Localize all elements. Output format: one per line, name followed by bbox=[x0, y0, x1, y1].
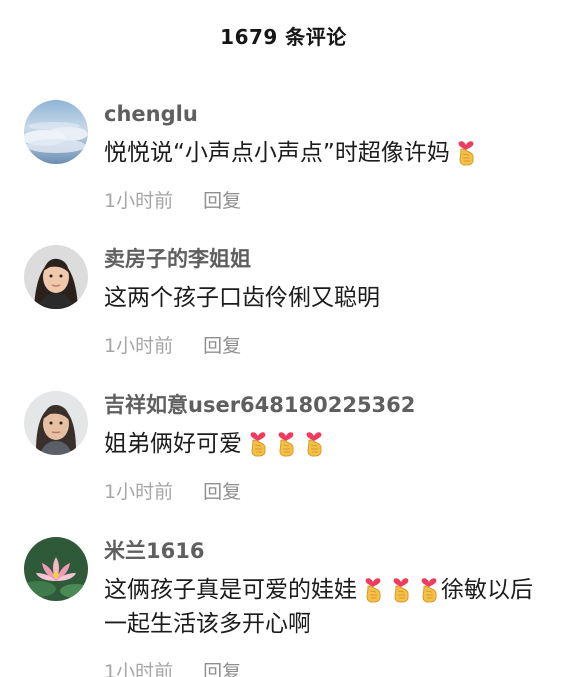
comment-time: 1小时前 bbox=[104, 190, 174, 212]
comment-time: 1小时前 bbox=[104, 481, 174, 503]
comment-count-title: 1679 条评论 bbox=[220, 24, 347, 49]
comment-body: chenglu 悦悦说“小声点小声点”时超像许妈 1小时前 回复 bbox=[104, 100, 549, 214]
comment-body: 米兰1616 这俩孩子真是可爱的娃娃 徐敏以后一起生活该多开心啊 1小时前 回复 bbox=[104, 537, 549, 677]
comment-text: 这俩孩子真是可爱的娃娃 徐敏以后一起生活该多开心啊 bbox=[104, 573, 549, 641]
comment-username[interactable]: 米兰1616 bbox=[104, 537, 549, 565]
comment-meta: 1小时前 回复 bbox=[104, 333, 549, 359]
lotus-flower-avatar[interactable] bbox=[24, 537, 88, 601]
comment-text: 姐弟俩好可爱 bbox=[104, 427, 549, 461]
comments-header: 1679 条评论 bbox=[0, 0, 567, 70]
reply-button[interactable]: 回复 bbox=[203, 659, 241, 677]
comment-username[interactable]: chenglu bbox=[104, 100, 549, 128]
finger-heart-emoji bbox=[454, 136, 478, 166]
woman-portrait-avatar[interactable] bbox=[24, 245, 88, 309]
comment-meta: 1小时前 回复 bbox=[104, 659, 549, 677]
comment-body: 吉祥如意user648180225362 姐弟俩好可爱 1小时前 回复 bbox=[104, 391, 549, 505]
finger-heart-emoji bbox=[302, 427, 326, 457]
finger-heart-emoji bbox=[246, 427, 270, 457]
sky-clouds-avatar[interactable] bbox=[24, 100, 88, 164]
comment-username[interactable]: 卖房子的李姐姐 bbox=[104, 245, 549, 273]
reply-button[interactable]: 回复 bbox=[203, 188, 241, 214]
comment-time: 1小时前 bbox=[104, 661, 174, 677]
finger-heart-emoji bbox=[361, 573, 385, 603]
comment-text: 这两个孩子口齿伶俐又聪明 bbox=[104, 285, 380, 311]
comments-panel: 1679 条评论 chenglu 悦悦说“小声点小声点”时超像许妈 1小时前 回… bbox=[0, 0, 567, 677]
comment-meta: 1小时前 回复 bbox=[104, 479, 549, 505]
finger-heart-emoji bbox=[274, 427, 298, 457]
finger-heart-emoji bbox=[389, 573, 413, 603]
reply-button[interactable]: 回复 bbox=[203, 479, 241, 505]
comment-text: 悦悦说“小声点小声点”时超像许妈 bbox=[104, 136, 549, 170]
reply-button[interactable]: 回复 bbox=[203, 333, 241, 359]
comment-body: 卖房子的李姐姐 这两个孩子口齿伶俐又聪明 1小时前 回复 bbox=[104, 245, 549, 359]
comment-time: 1小时前 bbox=[104, 335, 174, 357]
comment-meta: 1小时前 回复 bbox=[104, 188, 549, 214]
comment-username[interactable]: 吉祥如意user648180225362 bbox=[104, 391, 549, 419]
woman-portrait-avatar[interactable] bbox=[24, 391, 88, 455]
finger-heart-emoji bbox=[417, 573, 441, 603]
